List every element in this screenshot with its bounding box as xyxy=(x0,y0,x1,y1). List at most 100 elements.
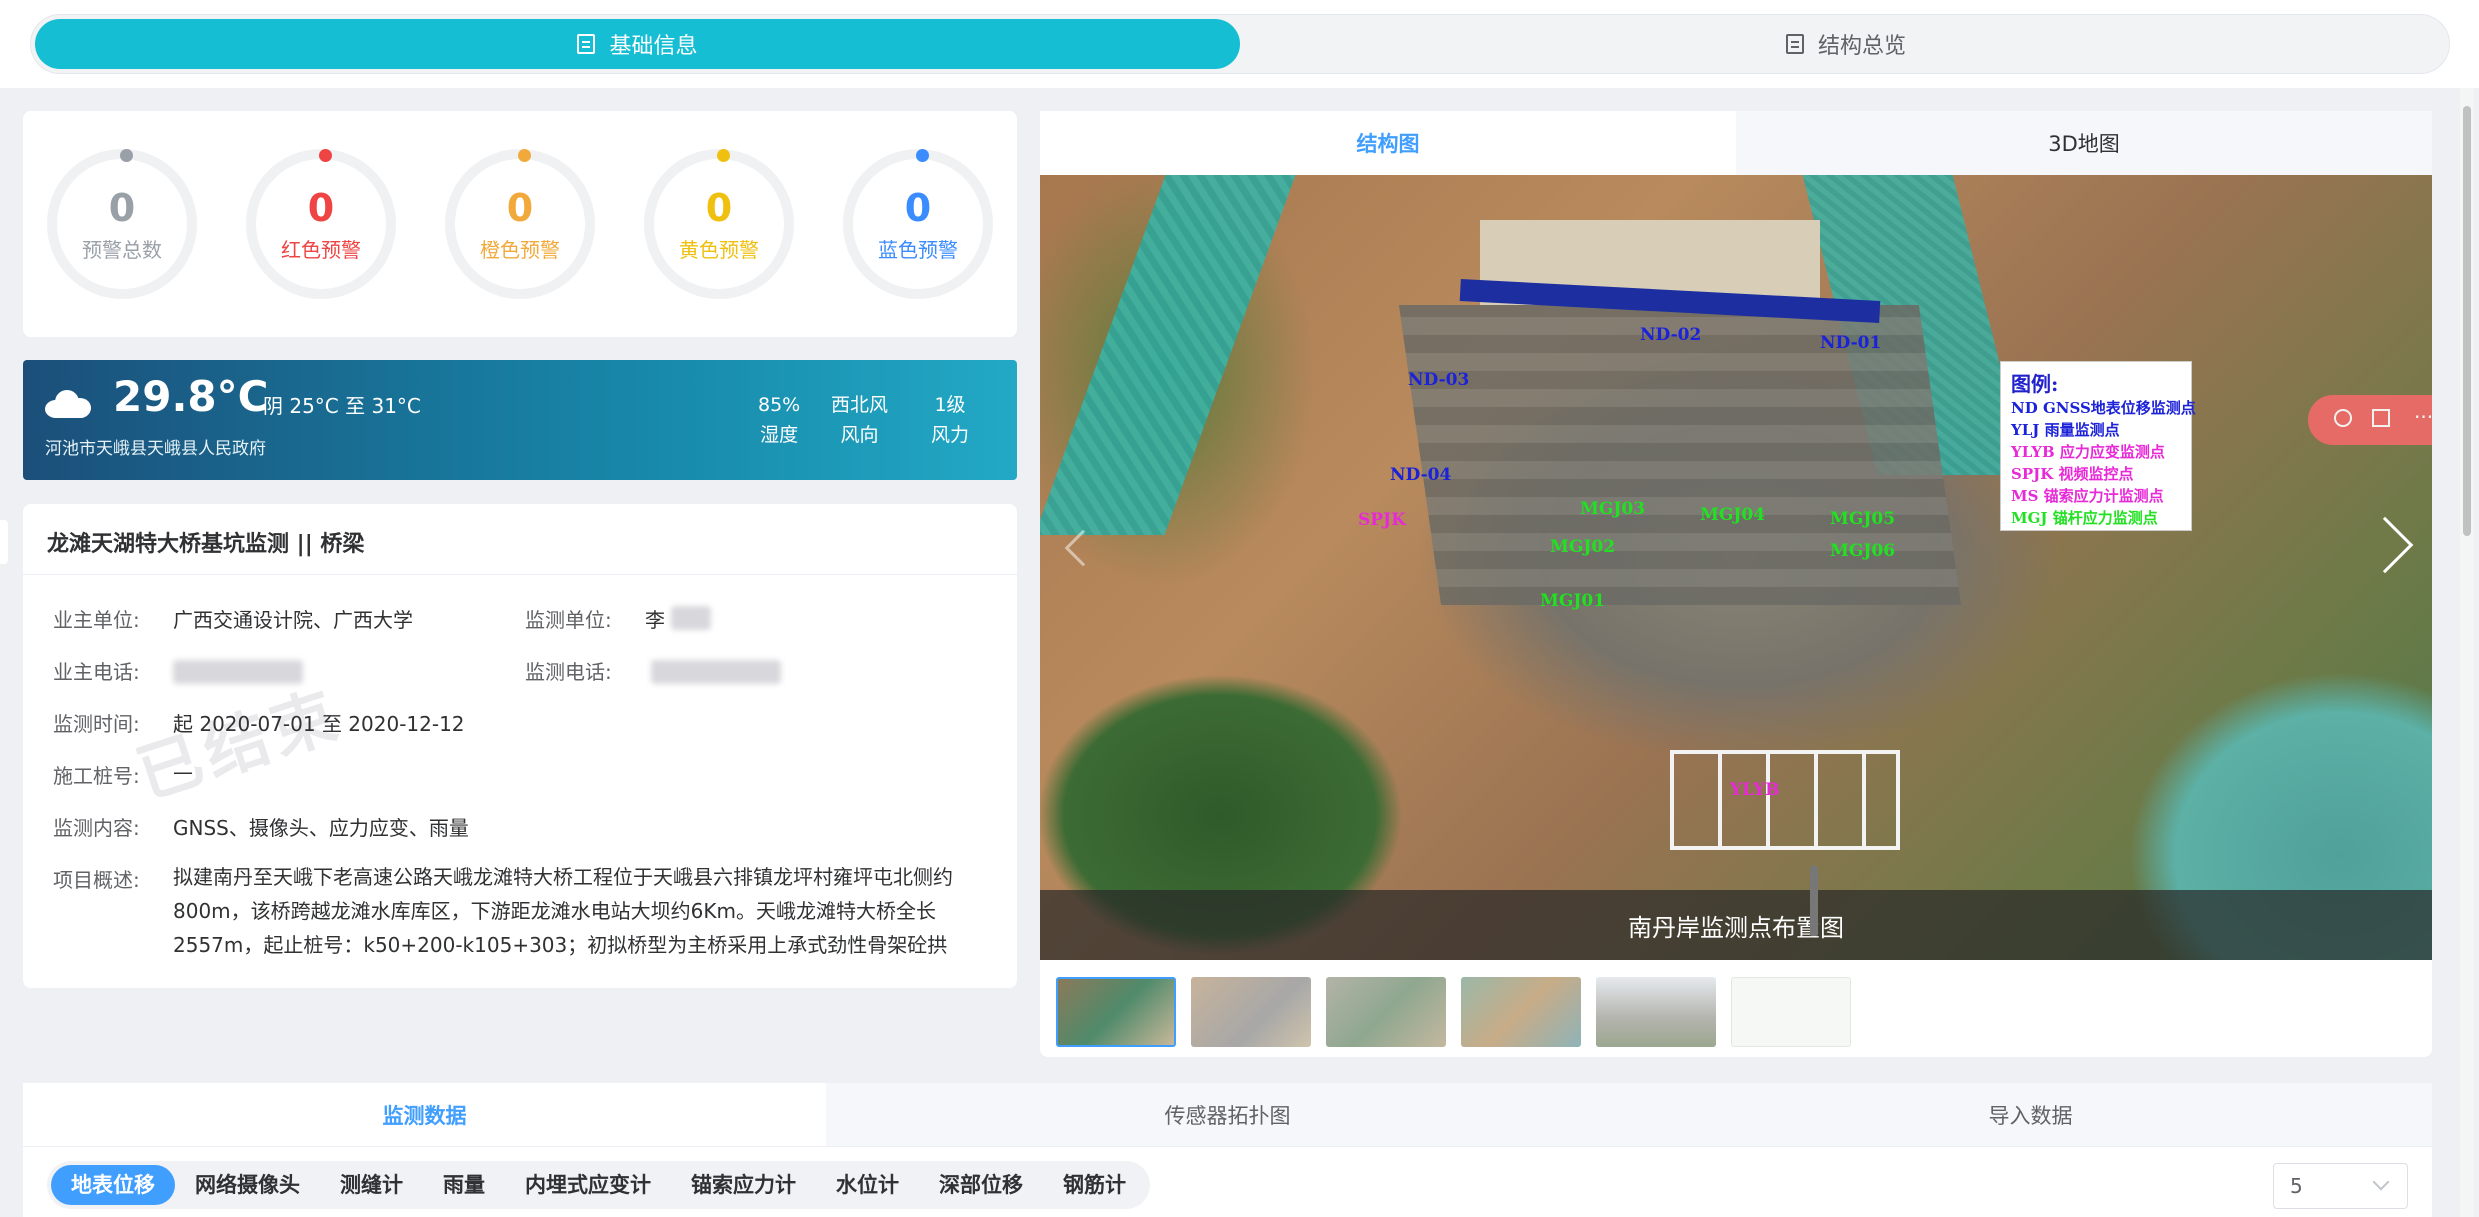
wind-force-value: 1级 xyxy=(934,394,966,416)
top-bar: 基础信息 结构总览 xyxy=(0,0,2479,88)
humidity-value: 85% xyxy=(758,394,801,416)
redacted-text xyxy=(671,606,711,630)
alarm-summary-card: 0 预警总数 0 红色预警 0 橙色预警 0 黄色预警 0 蓝色预警 xyxy=(23,111,1017,337)
wind-direction-value: 西北风 xyxy=(831,394,889,416)
sensor-tab-embedded-strain-gauge[interactable]: 内埋式应变计 xyxy=(505,1165,671,1205)
weather-location: 河池市天峨县天峨县人民政府 xyxy=(45,439,266,459)
humidity-label: 湿度 xyxy=(760,424,799,446)
alarm-dot-icon xyxy=(319,149,332,162)
alarm-dot-icon xyxy=(717,149,730,162)
legend-code: YLYB xyxy=(2011,443,2055,461)
next-image-icon[interactable] xyxy=(2356,516,2414,574)
legend-row: SPJK 视频监控点 xyxy=(2011,463,2181,485)
marker-spjk[interactable]: SPJK xyxy=(1358,510,1406,530)
thumbnail-4[interactable] xyxy=(1461,977,1581,1047)
document-icon xyxy=(577,34,596,54)
marker-mgj02[interactable]: MGJ02 xyxy=(1550,537,1615,557)
alarm-blue-label: 蓝色预警 xyxy=(878,237,958,262)
marker-mgj04[interactable]: MGJ04 xyxy=(1700,505,1765,525)
sensor-tab-water-level[interactable]: 水位计 xyxy=(816,1165,919,1205)
sensor-type-tabs: 地表位移 网络摄像头 测缝计 雨量 内埋式应变计 锚索应力计 水位计 深部位移 … xyxy=(47,1161,1150,1209)
tab-basic-info[interactable]: 基础信息 xyxy=(35,19,1240,69)
legend-title: 图例: xyxy=(2011,372,2059,396)
wind-force-label: 风力 xyxy=(931,424,970,446)
thumbnail-2[interactable] xyxy=(1191,977,1311,1047)
legend-code: MS xyxy=(2011,487,2039,505)
sensor-tab-deep-displacement[interactable]: 深部位移 xyxy=(919,1165,1043,1205)
marker-legend: 图例: ND GNSS地表位移监测点 YLJ 雨量监测点 YLYB 应力应变监测… xyxy=(2000,361,2196,531)
image-toolbar[interactable]: ··· xyxy=(2308,395,2432,445)
legend-row: YLJ 雨量监测点 xyxy=(2011,419,2181,441)
alarm-orange: 0 橙色预警 xyxy=(445,149,595,299)
marker-nd03[interactable]: ND-03 xyxy=(1408,370,1469,390)
sensor-tab-rebar-meter[interactable]: 钢筋计 xyxy=(1043,1165,1146,1205)
tab-basic-info-label: 基础信息 xyxy=(609,34,698,59)
chevron-down-icon xyxy=(2372,1173,2390,1191)
scrollbar-thumb[interactable] xyxy=(2463,106,2471,536)
tab-import-data[interactable]: 导入数据 xyxy=(1629,1083,2432,1146)
prev-image-icon[interactable] xyxy=(1064,529,1102,567)
alarm-yellow: 0 黄色预警 xyxy=(644,149,794,299)
sensor-tab-surface-displacement[interactable]: 地表位移 xyxy=(51,1165,175,1205)
sensor-tab-rainfall[interactable]: 雨量 xyxy=(423,1165,505,1205)
marker-mgj06[interactable]: MGJ06 xyxy=(1830,541,1895,561)
time-label: 监测时间: xyxy=(53,712,140,736)
alarm-blue-value: 0 xyxy=(904,185,932,230)
tab-3d-map[interactable]: 3D地图 xyxy=(1736,111,2432,175)
monitor-unit-label: 监测单位: xyxy=(525,608,612,632)
legend-row: MGJ 锚杆应力监测点 xyxy=(2011,507,2181,529)
legend-text: 锚杆应力监测点 xyxy=(2052,509,2158,527)
page-scrollbar[interactable] xyxy=(2460,88,2474,1217)
sensor-tab-network-camera[interactable]: 网络摄像头 xyxy=(175,1165,320,1205)
legend-row: MS 锚索应力计监测点 xyxy=(2011,485,2181,507)
alarm-total-label: 预警总数 xyxy=(82,237,162,262)
project-title: 龙滩天湖特大桥基坑监测 || 桥梁 xyxy=(47,532,365,557)
bottom-tabs: 监测数据 传感器拓扑图 导入数据 xyxy=(23,1083,2432,1147)
legend-text: 应力应变监测点 xyxy=(2059,443,2165,461)
marker-mgj03[interactable]: MGJ03 xyxy=(1580,499,1645,519)
marker-nd02[interactable]: ND-02 xyxy=(1640,325,1701,345)
weather-humidity: 85% 湿度 xyxy=(758,390,800,450)
time-value: 起 2020-07-01 至 2020-12-12 xyxy=(173,712,465,736)
alarm-dot-icon xyxy=(916,149,929,162)
page-size-value: 5 xyxy=(2290,1174,2303,1198)
tab-structure-overview-label: 结构总览 xyxy=(1817,34,1906,59)
search-icon[interactable] xyxy=(2334,409,2352,427)
tab-structure-diagram[interactable]: 结构图 xyxy=(1040,111,1736,175)
thumbnail-1[interactable] xyxy=(1056,977,1176,1047)
content-label: 监测内容: xyxy=(53,816,140,840)
redacted-owner-phone xyxy=(173,660,303,684)
marker-mgj01[interactable]: MGJ01 xyxy=(1540,591,1605,611)
thumbnail-3[interactable] xyxy=(1326,977,1446,1047)
page-size-select[interactable]: 5 xyxy=(2273,1163,2408,1209)
alarm-orange-value: 0 xyxy=(506,185,534,230)
photo-caption: 南丹岸监测点布置图 xyxy=(1040,890,2432,960)
marker-ylyb[interactable]: YLYB xyxy=(1730,780,1780,800)
weather-description: 阴 25°C 至 31°C xyxy=(263,394,421,418)
alarm-red-label: 红色预警 xyxy=(281,237,361,262)
weather-wind-force: 1级 风力 xyxy=(931,390,969,450)
crop-icon[interactable] xyxy=(2372,409,2390,427)
sensor-tab-crack-meter[interactable]: 测缝计 xyxy=(320,1165,423,1205)
tab-structure-overview[interactable]: 结构总览 xyxy=(1246,19,2446,69)
tab-monitoring-data[interactable]: 监测数据 xyxy=(23,1083,826,1146)
alarm-red-value: 0 xyxy=(307,185,335,230)
side-collapse-tab[interactable] xyxy=(0,520,8,564)
monitoring-section: 监测数据 传感器拓扑图 导入数据 地表位移 网络摄像头 测缝计 雨量 内埋式应变… xyxy=(23,1083,2432,1217)
marker-nd01[interactable]: ND-01 xyxy=(1820,333,1881,353)
owner-value: 广西交通设计院、广西大学 xyxy=(173,608,413,632)
more-icon[interactable]: ··· xyxy=(2414,405,2432,429)
alarm-yellow-value: 0 xyxy=(705,185,733,230)
pile-label: 施工桩号: xyxy=(53,764,140,788)
sensor-tab-anchor-cable-stress[interactable]: 锚索应力计 xyxy=(671,1165,816,1205)
marker-nd04[interactable]: ND-04 xyxy=(1390,465,1451,485)
legend-code: ND xyxy=(2011,399,2038,417)
thumbnail-6[interactable] xyxy=(1731,977,1851,1047)
site-photo: ND-02 ND-01 ND-03 ND-04 SPJK MGJ03 MGJ04… xyxy=(1040,175,2432,960)
structure-panel: 结构图 3D地图 ND-02 ND-01 ND-03 ND-04 SPJK MG… xyxy=(1040,111,2432,1057)
marker-mgj05[interactable]: MGJ05 xyxy=(1830,509,1895,529)
thumbnail-scrollbar[interactable] xyxy=(1810,866,1818,936)
tab-sensor-topology[interactable]: 传感器拓扑图 xyxy=(826,1083,1629,1146)
slope-netting xyxy=(1040,175,1296,535)
thumbnail-5[interactable] xyxy=(1596,977,1716,1047)
